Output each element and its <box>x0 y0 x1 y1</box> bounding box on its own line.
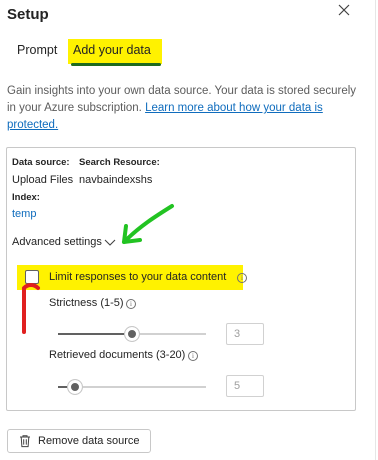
remove-data-source-label: Remove data source <box>38 435 140 447</box>
data-source-label: Data source: <box>12 157 70 168</box>
close-icon[interactable] <box>336 2 352 18</box>
strictness-label: Strictness (1-5) <box>49 297 124 309</box>
strictness-input[interactable]: 3 <box>226 323 264 345</box>
description: Gain insights into your own data source.… <box>7 83 365 134</box>
index-label: Index: <box>12 192 40 203</box>
info-icon[interactable]: i <box>237 273 247 283</box>
advanced-settings-toggle[interactable]: Advanced settings <box>12 236 102 248</box>
index-value-link[interactable]: temp <box>12 208 36 220</box>
tab-add-your-data[interactable]: Add your data <box>73 43 151 57</box>
red-arrow-annotation <box>22 283 40 334</box>
info-icon[interactable]: i <box>126 299 136 309</box>
data-source-value: Upload Files <box>12 174 74 186</box>
trash-icon <box>20 435 30 448</box>
chevron-down-icon[interactable] <box>104 238 116 247</box>
retrieved-documents-label: Retrieved documents (3-20) <box>49 349 186 361</box>
info-icon[interactable]: i <box>188 351 198 361</box>
remove-data-source-button[interactable]: Remove data source <box>7 429 151 453</box>
limit-responses-label: Limit responses to your data content <box>49 271 227 283</box>
panel-title: Setup <box>7 6 49 23</box>
panel-border <box>375 0 376 460</box>
tab-prompt[interactable]: Prompt <box>17 43 57 57</box>
green-arrow-annotation <box>122 204 174 244</box>
strictness-slider-fill <box>58 333 132 335</box>
retrieved-documents-input[interactable]: 5 <box>226 375 264 397</box>
search-resource-label: Search Resource: <box>79 157 160 168</box>
strictness-slider-thumb[interactable] <box>125 327 139 341</box>
search-resource-value: navbaindexshs <box>79 174 153 186</box>
active-tab-indicator <box>71 63 161 66</box>
